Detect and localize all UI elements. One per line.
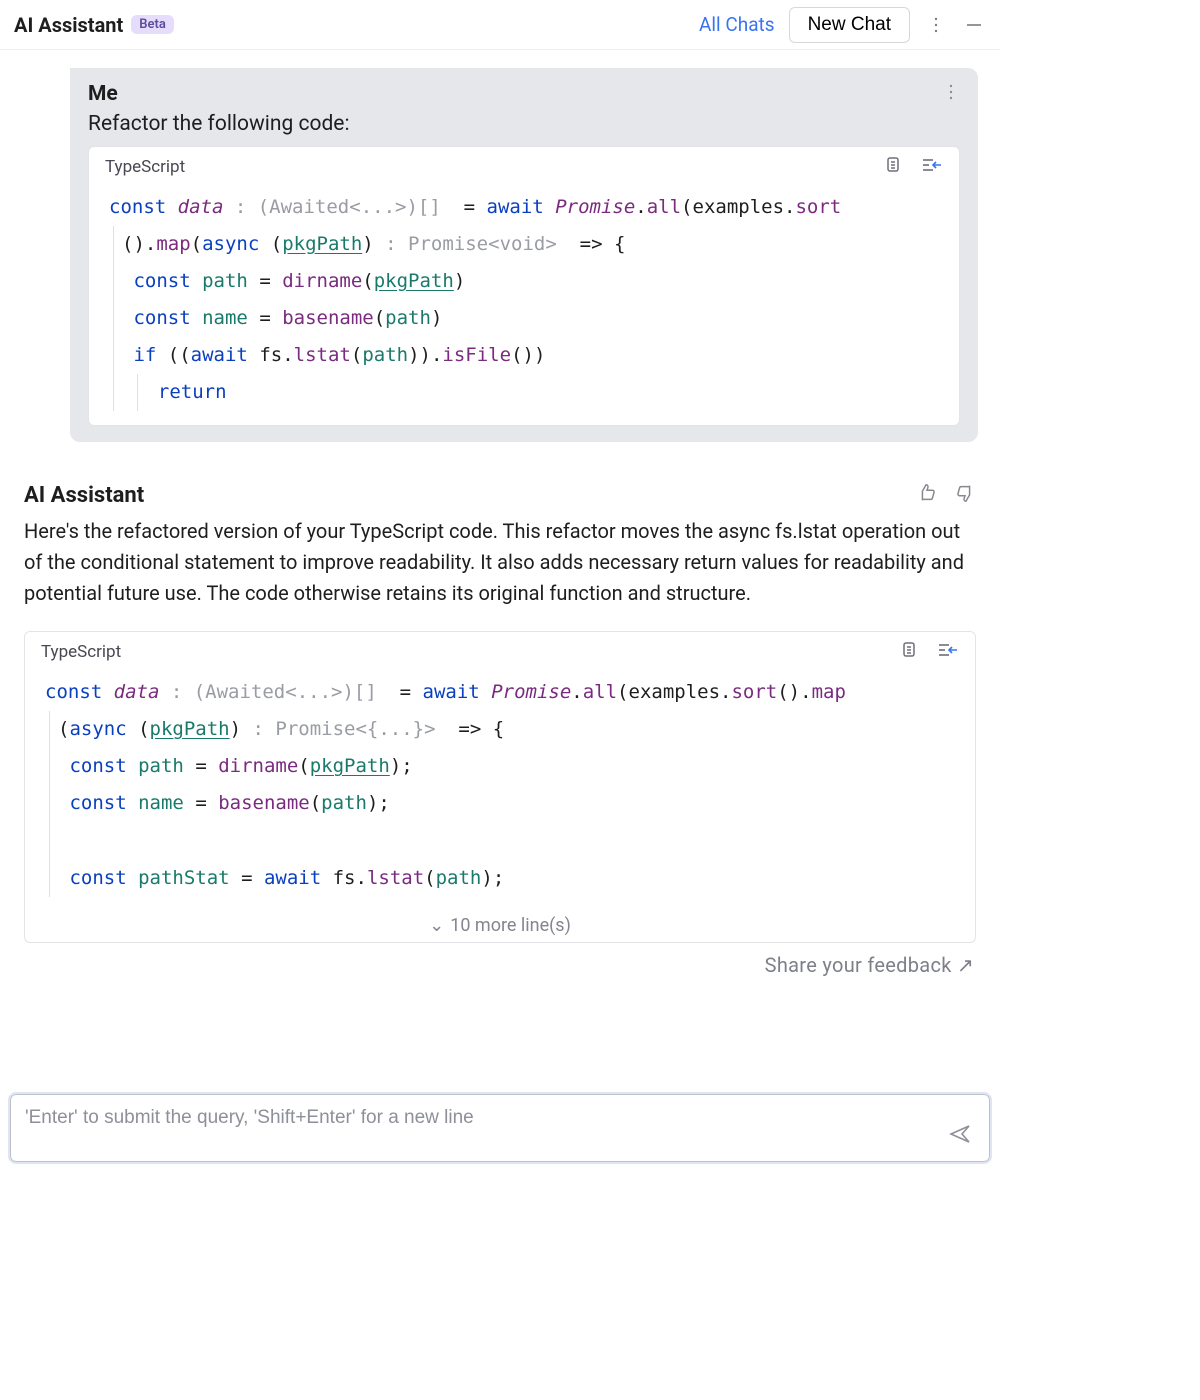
assistant-code: const data : (Awaited<...>)[] = await Pr…	[25, 666, 975, 910]
assistant-message: AI Assistant Here's the refactored versi…	[22, 482, 978, 942]
chat-input[interactable]	[10, 1094, 990, 1162]
minimize-icon[interactable]	[962, 13, 986, 37]
input-area	[10, 1094, 990, 1162]
send-icon[interactable]	[948, 1122, 972, 1150]
user-prompt-text: Refactor the following code:	[88, 112, 960, 136]
kebab-menu-icon[interactable]	[924, 13, 948, 37]
assistant-sender-label: AI Assistant	[24, 483, 144, 508]
user-code: const data : (Awaited<...>)[] = await Pr…	[89, 181, 959, 425]
new-chat-button[interactable]: New Chat	[789, 7, 910, 43]
insert-code-icon[interactable]	[937, 640, 959, 664]
share-feedback-link[interactable]: Share your feedback ↗	[765, 953, 974, 977]
copy-icon[interactable]	[899, 640, 919, 664]
thumbs-up-icon[interactable]	[916, 482, 938, 508]
insert-code-icon[interactable]	[921, 155, 943, 179]
toolbar: AI Assistant Beta All Chats New Chat	[0, 0, 1000, 50]
assistant-code-block: TypeScript const data : (Awaited<...>)[]…	[24, 631, 976, 942]
all-chats-link[interactable]: All Chats	[699, 13, 775, 36]
beta-badge: Beta	[131, 15, 174, 34]
message-menu-icon[interactable]	[942, 83, 960, 105]
code-language-label: TypeScript	[41, 642, 121, 662]
copy-icon[interactable]	[883, 155, 903, 179]
app-title: AI Assistant	[14, 13, 123, 37]
user-sender-label: Me	[88, 82, 118, 106]
assistant-response-text: Here's the refactored version of your Ty…	[24, 516, 976, 609]
code-language-label: TypeScript	[105, 157, 185, 177]
expand-more-lines[interactable]: ⌄10 more line(s)	[25, 911, 975, 942]
user-message: Me Refactor the following code: TypeScri…	[70, 68, 978, 442]
user-code-block: TypeScript const data : (Awaited<...>)[]…	[88, 146, 960, 426]
thumbs-down-icon[interactable]	[954, 482, 976, 508]
